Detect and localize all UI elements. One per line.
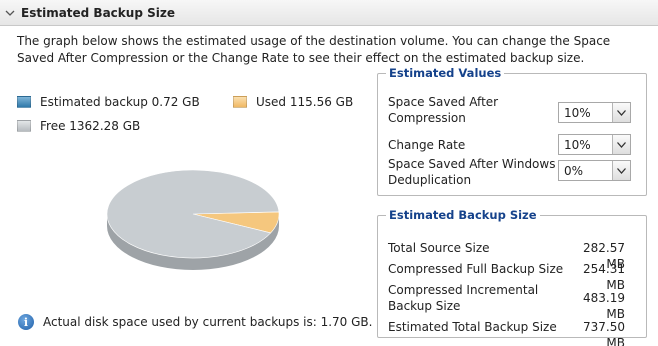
backup-row-label: Estimated Total Backup Size [388, 320, 557, 334]
legend-used: Used 115.56 GB [233, 95, 353, 109]
chevron-down-icon[interactable] [612, 103, 630, 122]
estimated-backup-title: Estimated Backup Size [389, 208, 537, 222]
chevron-down-icon[interactable] [612, 135, 630, 154]
change-rate-select[interactable]: 10% [558, 134, 631, 155]
used-swatch [233, 96, 247, 108]
collapse-chevron-icon[interactable] [5, 8, 15, 18]
backup-row-value: 483.19 MB [583, 291, 625, 321]
change-rate-label: Change Rate [388, 138, 466, 152]
legend-used-label: Used 115.56 GB [256, 95, 354, 109]
usage-pie-chart [106, 169, 280, 270]
dedup-label: Space Saved After Windows Deduplication [388, 157, 556, 187]
disk-usage-info: i Actual disk space used by current back… [18, 314, 372, 330]
space-saved-label: Space Saved After Compression [388, 95, 499, 125]
free-swatch [17, 120, 31, 132]
section-title: Estimated Backup Size [21, 5, 175, 20]
backup-row-label: Compressed Full Backup Size [388, 262, 564, 276]
backup-row-label: Compressed Incremental Backup Size [388, 283, 539, 313]
space-saved-value: 10% [564, 105, 591, 120]
estimated-backup-group: Estimated Backup Size Total Source Size … [377, 208, 647, 346]
section-header[interactable]: Estimated Backup Size [0, 0, 658, 26]
disk-usage-text: Actual disk space used by current backup… [43, 315, 373, 329]
info-icon: i [18, 314, 34, 330]
dedup-select[interactable]: 0% [558, 160, 631, 181]
legend-free: Free 1362.28 GB [17, 119, 140, 133]
estimated-values-group: Estimated Values Space Saved After Compr… [377, 66, 647, 196]
legend-estimated-label: Estimated backup 0.72 GB [40, 95, 200, 109]
estimated-values-title: Estimated Values [389, 66, 502, 80]
estimated-swatch [17, 96, 31, 108]
change-rate-value: 10% [564, 137, 591, 152]
space-saved-select[interactable]: 10% [558, 102, 631, 123]
description-text: The graph below shows the estimated usag… [17, 34, 611, 65]
backup-row-label: Total Source Size [388, 241, 490, 255]
chevron-down-icon[interactable] [612, 161, 630, 180]
dedup-value: 0% [564, 163, 584, 178]
backup-row-value: 254.31 MB [583, 262, 625, 292]
legend-free-label: Free 1362.28 GB [40, 119, 141, 133]
backup-row-value: 737.50 MB [583, 320, 625, 346]
legend-estimated: Estimated backup 0.72 GB [17, 95, 200, 109]
